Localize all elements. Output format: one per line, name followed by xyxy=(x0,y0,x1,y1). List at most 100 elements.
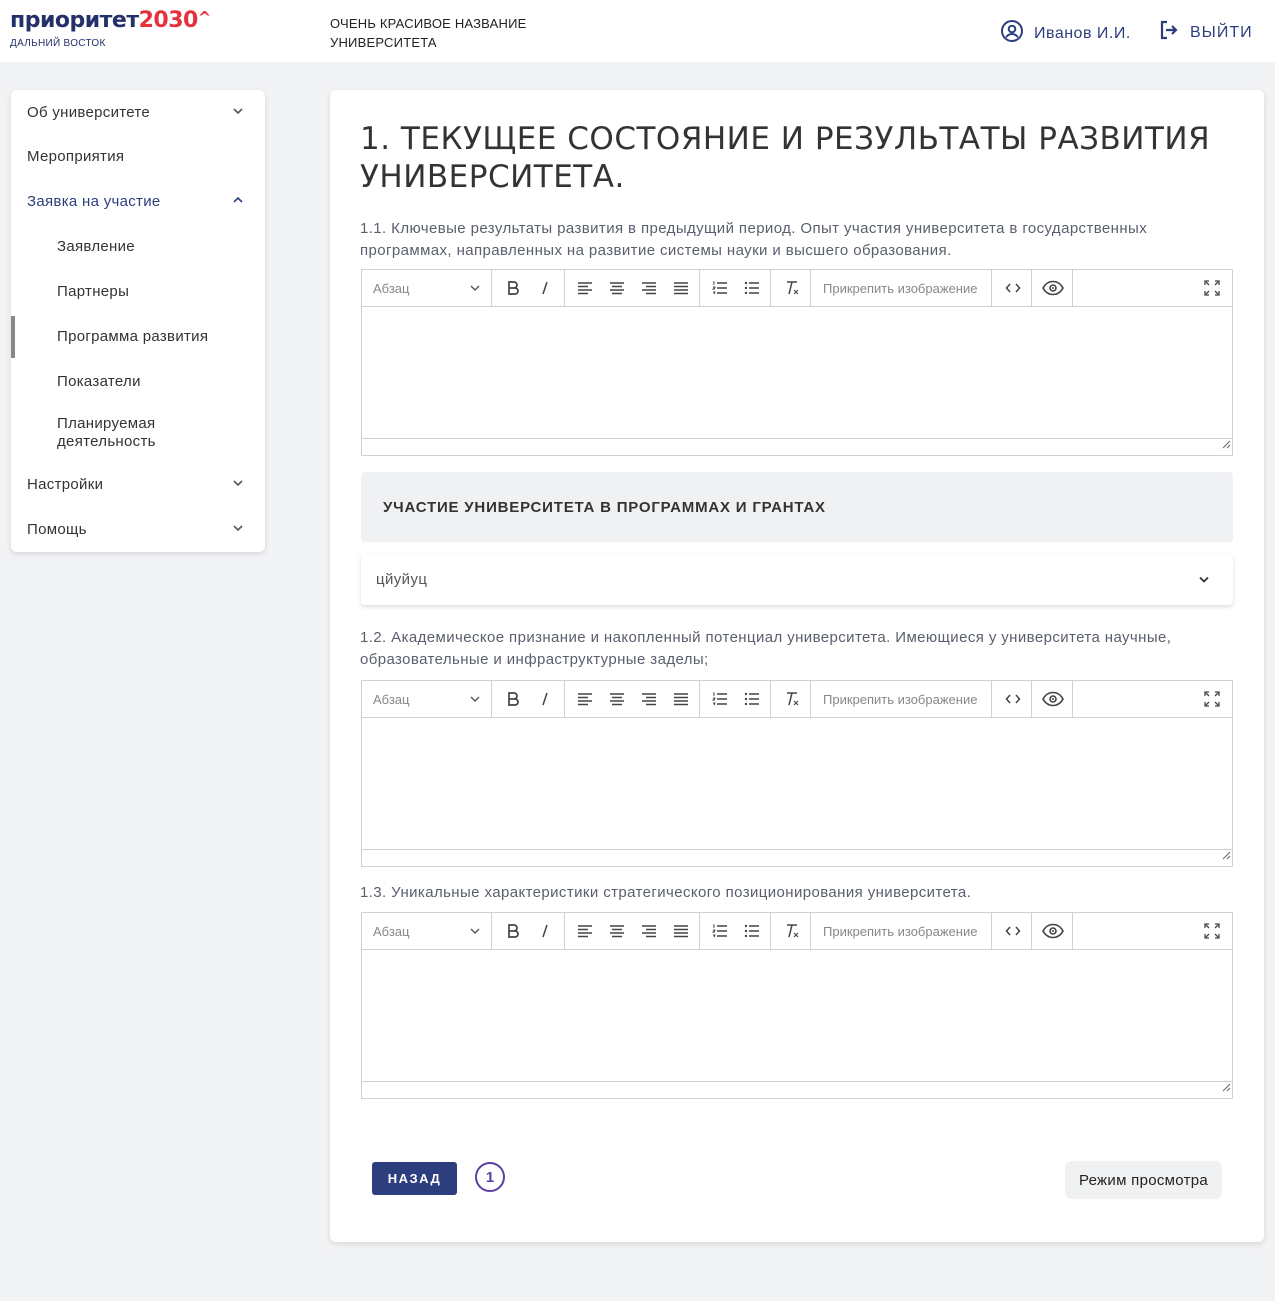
sidebar-subitem-statement[interactable]: Заявление xyxy=(11,224,265,268)
align-justify-icon[interactable] xyxy=(665,913,697,949)
italic-icon[interactable] xyxy=(529,270,561,306)
fullscreen-icon[interactable] xyxy=(1196,681,1228,717)
view-mode-button[interactable]: Режим просмотра xyxy=(1065,1161,1222,1199)
page-title: 1. ТЕКУЩЕЕ СОСТОЯНИЕ И РЕЗУЛЬТАТЫ РАЗВИТ… xyxy=(360,121,1211,195)
clear-format-icon[interactable] xyxy=(776,681,808,717)
top-header: приоритет2030^ ДАЛЬНИЙ ВОСТОК ОЧЕНЬ КРАС… xyxy=(0,0,1275,62)
resize-handle-icon[interactable] xyxy=(1221,847,1231,865)
bullet-list-icon[interactable] xyxy=(736,681,768,717)
format-select-value: Абзац xyxy=(373,280,410,296)
align-right-icon[interactable] xyxy=(633,913,665,949)
bold-icon[interactable] xyxy=(497,913,529,949)
align-center-icon[interactable] xyxy=(601,270,633,306)
align-left-icon[interactable] xyxy=(569,913,601,949)
code-icon[interactable] xyxy=(997,270,1029,306)
italic-icon[interactable] xyxy=(529,913,561,949)
question-label: 1.2. Академическое признание и накопленн… xyxy=(360,629,1172,668)
numbered-list-icon[interactable] xyxy=(704,270,736,306)
chevron-down-icon xyxy=(469,282,481,297)
clear-format-group xyxy=(772,270,811,306)
editor-toolbar: Абзац Прикрепить изображение xyxy=(362,913,1232,950)
sidebar-item-label: Заявка на участие xyxy=(27,192,161,210)
align-left-icon[interactable] xyxy=(569,681,601,717)
align-justify-icon[interactable] xyxy=(665,270,697,306)
sidebar-item-events[interactable]: Мероприятия xyxy=(11,134,265,178)
logout-label: ВЫЙТИ xyxy=(1190,23,1253,41)
clear-format-icon[interactable] xyxy=(776,913,808,949)
preview-group xyxy=(1033,270,1073,306)
align-justify-icon[interactable] xyxy=(665,681,697,717)
editor-text-area[interactable] xyxy=(362,950,1232,1082)
paragraph-format-select[interactable]: Абзац xyxy=(362,913,492,949)
align-group xyxy=(566,681,700,717)
sidebar-item-application[interactable]: Заявка на участие xyxy=(11,179,265,223)
text-style-group xyxy=(493,681,565,717)
eye-icon[interactable] xyxy=(1037,270,1069,306)
resize-handle-icon[interactable] xyxy=(1221,1079,1231,1097)
attach-image-label: Прикрепить изображение xyxy=(823,691,978,707)
sidebar-item-label: Помощь xyxy=(27,520,87,538)
resize-handle-icon[interactable] xyxy=(1221,436,1231,454)
italic-icon[interactable] xyxy=(529,681,561,717)
editor-text-area[interactable] xyxy=(362,718,1232,850)
list-group xyxy=(701,913,771,949)
fullscreen-icon[interactable] xyxy=(1196,913,1228,949)
align-group xyxy=(566,270,700,306)
preview-group xyxy=(1033,681,1073,717)
user-profile[interactable]: Иванов И.И. xyxy=(1000,19,1131,48)
attach-image-label: Прикрепить изображение xyxy=(823,923,978,939)
sidebar-subitem-partners[interactable]: Партнеры xyxy=(11,269,265,313)
numbered-list-icon[interactable] xyxy=(704,913,736,949)
eye-icon[interactable] xyxy=(1037,913,1069,949)
sidebar-subitem-label: Программа развития xyxy=(57,327,209,345)
list-group xyxy=(701,681,771,717)
logo[interactable]: приоритет2030^ ДАЛЬНИЙ ВОСТОК xyxy=(10,8,211,49)
sidebar-subitem-indicators[interactable]: Показатели xyxy=(11,359,265,403)
sidebar-subitem-development-program[interactable]: Программа развития xyxy=(11,314,265,358)
bold-icon[interactable] xyxy=(497,270,529,306)
editor-toolbar: Абзац Прикрепить изображение xyxy=(362,270,1232,307)
chevron-up-icon xyxy=(231,193,245,211)
fullscreen-icon[interactable] xyxy=(1196,270,1228,306)
section-heading: УЧАСТИЕ УНИВЕРСИТЕТА В ПРОГРАММАХ И ГРАН… xyxy=(361,472,1233,542)
sidebar-subitem-planned-activity[interactable]: Планируемая деятельность xyxy=(11,408,211,458)
sidebar-item-help[interactable]: Помощь xyxy=(11,507,265,551)
step-number-badge: 1 xyxy=(475,1162,505,1192)
code-icon[interactable] xyxy=(997,681,1029,717)
logout-icon xyxy=(1158,19,1180,46)
align-left-icon[interactable] xyxy=(569,270,601,306)
list-group xyxy=(701,270,771,306)
editor-toolbar: Абзац Прикрепить изображение xyxy=(362,681,1232,718)
chevron-down-icon xyxy=(1197,573,1211,591)
back-button[interactable]: НАЗАД xyxy=(372,1162,457,1195)
align-center-icon[interactable] xyxy=(601,681,633,717)
sidebar-subitem-label: Показатели xyxy=(57,372,141,390)
question-label: 1.1. Ключевые результаты развития в пред… xyxy=(360,220,1148,259)
align-right-icon[interactable] xyxy=(633,681,665,717)
accordion-item[interactable]: цйуйуц xyxy=(361,554,1233,605)
eye-icon[interactable] xyxy=(1037,681,1069,717)
align-right-icon[interactable] xyxy=(633,270,665,306)
numbered-list-icon[interactable] xyxy=(704,681,736,717)
paragraph-format-select[interactable]: Абзац xyxy=(362,681,492,717)
sidebar-item-settings[interactable]: Настройки xyxy=(11,462,265,506)
sidebar: Об университете Мероприятия Заявка на уч… xyxy=(11,90,265,552)
editor-status-bar xyxy=(362,849,1232,866)
editor-text-area[interactable] xyxy=(362,307,1232,439)
bold-icon[interactable] xyxy=(497,681,529,717)
code-icon[interactable] xyxy=(997,913,1029,949)
clear-format-icon[interactable] xyxy=(776,270,808,306)
chevron-down-icon xyxy=(231,104,245,122)
chevron-down-icon xyxy=(469,925,481,940)
chevron-down-icon xyxy=(469,693,481,708)
paragraph-format-select[interactable]: Абзац xyxy=(362,270,492,306)
sidebar-item-about[interactable]: Об университете xyxy=(11,90,265,134)
logout-button[interactable]: ВЫЙТИ xyxy=(1158,19,1253,46)
bullet-list-icon[interactable] xyxy=(736,913,768,949)
align-center-icon[interactable] xyxy=(601,913,633,949)
attach-image-button[interactable]: Прикрепить изображение xyxy=(812,270,992,306)
bullet-list-icon[interactable] xyxy=(736,270,768,306)
attach-image-button[interactable]: Прикрепить изображение xyxy=(812,913,992,949)
attach-image-button[interactable]: Прикрепить изображение xyxy=(812,681,992,717)
rich-text-editor: Абзац Прикрепить изображение xyxy=(361,912,1233,1099)
